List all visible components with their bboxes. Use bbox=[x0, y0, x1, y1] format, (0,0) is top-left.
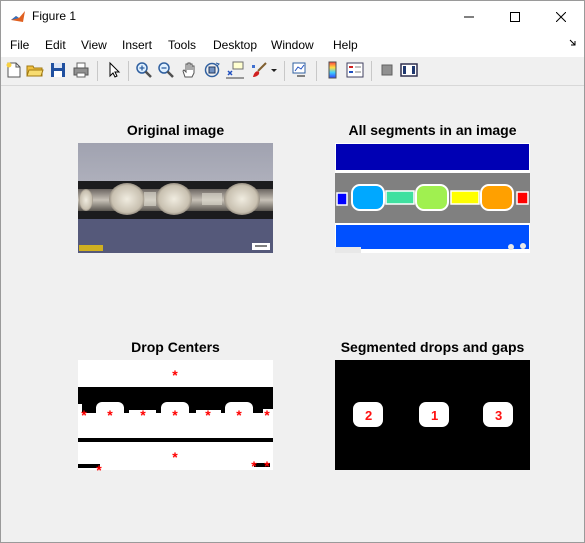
original-image-title: Original image bbox=[126, 122, 225, 138]
window-title: Figure 1 bbox=[32, 9, 77, 23]
segment-label: 2 bbox=[365, 408, 373, 423]
legend-icon[interactable] bbox=[346, 61, 364, 79]
hide-plot-tools-icon[interactable] bbox=[378, 61, 396, 79]
toolbar-separator bbox=[316, 61, 317, 81]
show-plot-tools-icon[interactable] bbox=[400, 61, 418, 79]
close-icon bbox=[556, 11, 566, 22]
menu-bar: File Edit View Insert Tools Desktop Wind… bbox=[1, 32, 584, 57]
zoom-out-icon[interactable] bbox=[157, 61, 175, 79]
zoom-in-icon[interactable] bbox=[135, 61, 153, 79]
segmented-drops-title: Segmented drops and gaps bbox=[340, 339, 525, 355]
drop-centers-title: Drop Centers bbox=[131, 339, 220, 355]
drop-centers-axes[interactable]: * * * * * * * * * * * * bbox=[78, 360, 273, 472]
open-file-icon[interactable] bbox=[26, 61, 44, 79]
toolbar-separator bbox=[128, 61, 129, 81]
matlab-icon bbox=[10, 9, 26, 25]
menu-view[interactable]: View bbox=[81, 38, 107, 52]
center-marker: * bbox=[264, 407, 270, 423]
menu-edit[interactable]: Edit bbox=[45, 38, 66, 52]
center-marker: * bbox=[140, 407, 146, 423]
segment-label: 3 bbox=[495, 408, 503, 423]
brush-icon[interactable] bbox=[250, 61, 268, 79]
center-marker: * bbox=[81, 407, 87, 423]
toolbar-separator bbox=[284, 61, 285, 81]
new-figure-icon[interactable] bbox=[5, 61, 23, 79]
all-segments-axes[interactable] bbox=[335, 143, 530, 253]
center-marker: * bbox=[205, 407, 211, 423]
link-plot-icon[interactable] bbox=[291, 61, 309, 79]
brush-dropdown-icon[interactable] bbox=[270, 61, 278, 79]
menu-help[interactable]: Help bbox=[333, 38, 358, 52]
center-marker: * bbox=[236, 407, 242, 423]
toolbar-separator bbox=[97, 61, 98, 81]
all-segments-title: All segments in an image bbox=[348, 122, 517, 138]
close-button[interactable] bbox=[538, 1, 584, 32]
maximize-button[interactable] bbox=[492, 1, 538, 32]
menu-overflow-arrow-icon[interactable] bbox=[569, 39, 577, 47]
maximize-icon bbox=[510, 11, 520, 22]
print-icon[interactable] bbox=[72, 61, 90, 79]
save-icon[interactable] bbox=[49, 61, 67, 79]
menu-insert[interactable]: Insert bbox=[122, 38, 152, 52]
menu-file[interactable]: File bbox=[10, 38, 29, 52]
center-marker: * bbox=[251, 458, 257, 472]
figure-window: Figure 1 File Edit View Insert Tools Des… bbox=[0, 0, 585, 543]
colorbar-icon[interactable] bbox=[324, 61, 342, 79]
menu-tools[interactable]: Tools bbox=[168, 38, 196, 52]
minimize-button[interactable] bbox=[446, 1, 492, 32]
center-marker: * bbox=[107, 407, 113, 423]
center-marker: * bbox=[264, 458, 270, 472]
center-marker: * bbox=[172, 407, 178, 423]
center-marker: * bbox=[172, 449, 178, 465]
pan-icon[interactable] bbox=[180, 61, 198, 79]
center-marker: * bbox=[172, 367, 178, 383]
minimize-icon bbox=[464, 16, 474, 17]
segment-label: 1 bbox=[431, 408, 439, 423]
toolbar-separator bbox=[371, 61, 372, 81]
menu-desktop[interactable]: Desktop bbox=[213, 38, 257, 52]
menu-window[interactable]: Window bbox=[271, 38, 314, 52]
pointer-icon[interactable] bbox=[105, 61, 123, 79]
data-cursor-icon[interactable] bbox=[226, 61, 244, 79]
title-bar[interactable]: Figure 1 bbox=[1, 1, 584, 32]
figure-toolbar bbox=[1, 57, 584, 86]
center-marker: * bbox=[96, 462, 102, 472]
original-image-axes[interactable] bbox=[78, 143, 273, 253]
rotate-3d-icon[interactable] bbox=[203, 61, 221, 79]
